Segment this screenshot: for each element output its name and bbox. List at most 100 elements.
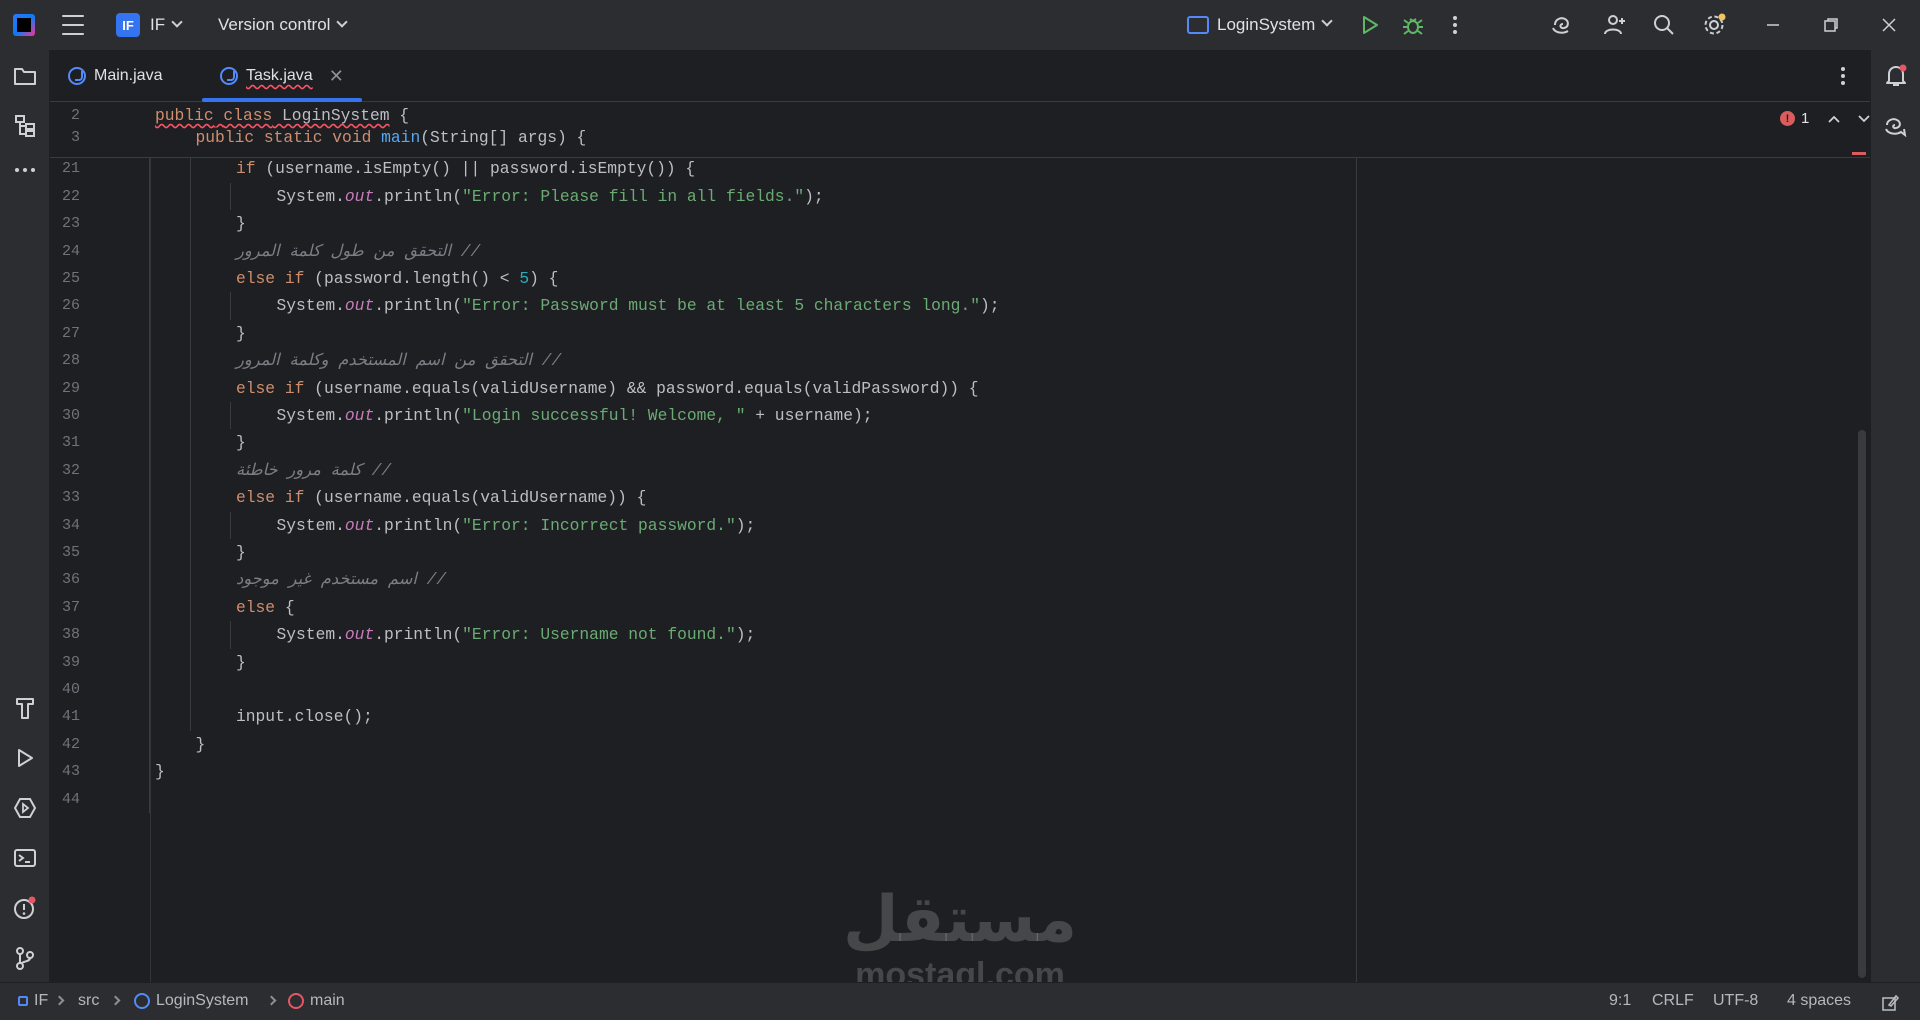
settings-button[interactable] [1701,12,1727,38]
search-button[interactable] [1651,12,1677,38]
code-text: System.out.println("Error: Username not … [277,621,756,648]
code-line[interactable]: 23} [50,210,1870,237]
code-line[interactable]: 25 else if (password.length() < 5) { [50,265,1870,292]
code-text: System.out.println("Error: Please fill i… [277,183,824,210]
code-with-me-button[interactable] [1602,12,1628,38]
code-line[interactable]: 21 if (username.isEmpty() || password.isE… [50,155,1870,182]
code-token: ) { [529,269,559,288]
editor-scrollbar[interactable] [1858,430,1866,978]
run-configuration-selector[interactable]: LoginSystem [1187,13,1333,37]
chevron-down-icon[interactable] [1857,114,1870,124]
caret-position[interactable]: 9:1 [1609,992,1631,1010]
code-line[interactable]: 42} [50,731,1870,758]
tab-main-java[interactable]: Main.java [68,50,162,102]
breadcrumb-method[interactable]: main [288,992,345,1010]
project-tool-button[interactable] [12,63,38,89]
debug-button[interactable] [1400,12,1426,38]
indent-guide [189,128,191,731]
line-number: 35 [61,544,80,561]
breadcrumb-project[interactable]: IF [18,992,48,1010]
run-tool-button[interactable] [12,745,38,771]
chevron-right-icon [110,995,121,1006]
code-line[interactable]: 39} [50,649,1870,676]
indent-setting[interactable]: 4 spaces [1787,992,1851,1010]
status-bar: IF src LoginSystem main 9:1 CRLF UTF-8 4… [0,982,1920,1020]
code-line[interactable]: 36 // اسم مستخدم غير موجود [50,566,1870,593]
more-actions-button[interactable] [1442,12,1468,38]
code-line[interactable]: 44 [50,786,1870,813]
code-line[interactable]: 33 else if (username.equals(validUsername… [50,484,1870,511]
code-text: if (username.isEmpty() || password.isEmp… [236,155,695,182]
tab-actions-button[interactable] [1840,66,1846,91]
code-line[interactable]: 27} [50,320,1870,347]
project-badge[interactable]: IF [116,13,140,37]
tab-task-java[interactable]: Task.java ✕ [202,50,362,102]
code-line[interactable]: 31} [50,429,1870,456]
run-config-icon [1187,16,1209,34]
problems-tool-button[interactable] [12,895,38,921]
code-line[interactable]: 29 else if (username.equals(validUsername… [50,375,1870,402]
line-number: 27 [61,324,80,342]
more-vertical-icon [1841,67,1845,85]
left-tool-window-strip [0,50,50,982]
code-token: LoginSystem [272,106,390,125]
services-tool-button[interactable] [12,795,38,821]
module-icon [18,996,28,1006]
code-token: "Error: Please fill in all fields." [462,186,805,206]
code-line[interactable]: 37 else { [50,594,1870,621]
code-token: public static void [195,128,382,147]
code-text: } [236,539,246,566]
main-menu-icon[interactable] [62,15,84,35]
breadcrumb-class[interactable]: LoginSystem [134,992,249,1010]
chevron-up-icon[interactable] [1827,114,1841,124]
code-line[interactable]: 34 System.out.println("Error: Incorrect p… [50,512,1870,539]
java-class-icon [220,67,238,85]
git-tool-button[interactable] [12,945,38,971]
structure-tool-button[interactable] [12,113,38,139]
sticky-lines-header: 2 public class LoginSystem {3 public stati… [50,102,1870,158]
restore-button[interactable] [1818,12,1844,38]
version-control-menu[interactable]: Version control [218,15,349,35]
code-token: ); [979,296,1000,316]
code-line[interactable]: 30 System.out.println("Login successful! … [50,402,1870,429]
code-token: class [223,106,273,125]
code-token: else [236,597,285,617]
code-line[interactable]: 35} [50,539,1870,566]
line-separator[interactable]: CRLF [1652,992,1694,1010]
close-window-button[interactable] [1876,12,1902,38]
read-only-toggle[interactable] [1881,994,1900,1017]
run-button[interactable] [1357,12,1383,38]
code-line[interactable]: 3 public static void main(String[] args) … [50,124,1870,151]
notifications-button[interactable] [1883,63,1909,89]
project-selector[interactable]: IF [150,15,183,35]
terminal-tool-button[interactable] [12,845,38,871]
code-token: out [344,406,375,425]
error-stripe-marker[interactable] [1852,152,1866,155]
indent-guide [230,182,231,211]
code-line[interactable]: 38 System.out.println("Error: Username no… [50,621,1870,648]
code-editor[interactable]: 2 public class LoginSystem {3 public stati… [50,102,1870,982]
file-encoding[interactable]: UTF-8 [1713,992,1758,1010]
code-line[interactable]: 41 input.close(); [50,703,1870,730]
code-line[interactable]: 22 System.out.println("Error: Please fill… [50,183,1870,210]
code-line[interactable]: 26 System.out.println("Error: Password mu… [50,292,1870,319]
build-tool-button[interactable] [12,695,38,721]
breadcrumb-src[interactable]: src [78,992,99,1010]
code-line[interactable]: 24 // التحقق من طول كلمة المرور [50,238,1870,265]
minimize-button[interactable] [1760,12,1786,38]
code-token: System. [276,406,345,425]
code-line[interactable]: 40 [50,676,1870,703]
close-tab-icon[interactable]: ✕ [329,66,344,87]
code-line[interactable]: 43} [50,758,1870,785]
code-line[interactable]: 32 // كلمة مرور خاطئة [50,457,1870,484]
version-control-label: Version control [218,15,331,34]
inspection-widget[interactable]: ! 1 [1780,110,1870,127]
code-token: } [236,323,246,343]
minimize-icon [1767,24,1779,26]
close-icon [1882,18,1896,32]
code-token: .println( [374,515,463,535]
ai-assistant-button[interactable] [1550,12,1576,38]
more-tool-windows-button[interactable] [12,157,38,183]
code-line[interactable]: 28 // التحقق من اسم المستخدم وكلمة المرور [50,347,1870,374]
ai-chat-button[interactable] [1883,113,1909,139]
